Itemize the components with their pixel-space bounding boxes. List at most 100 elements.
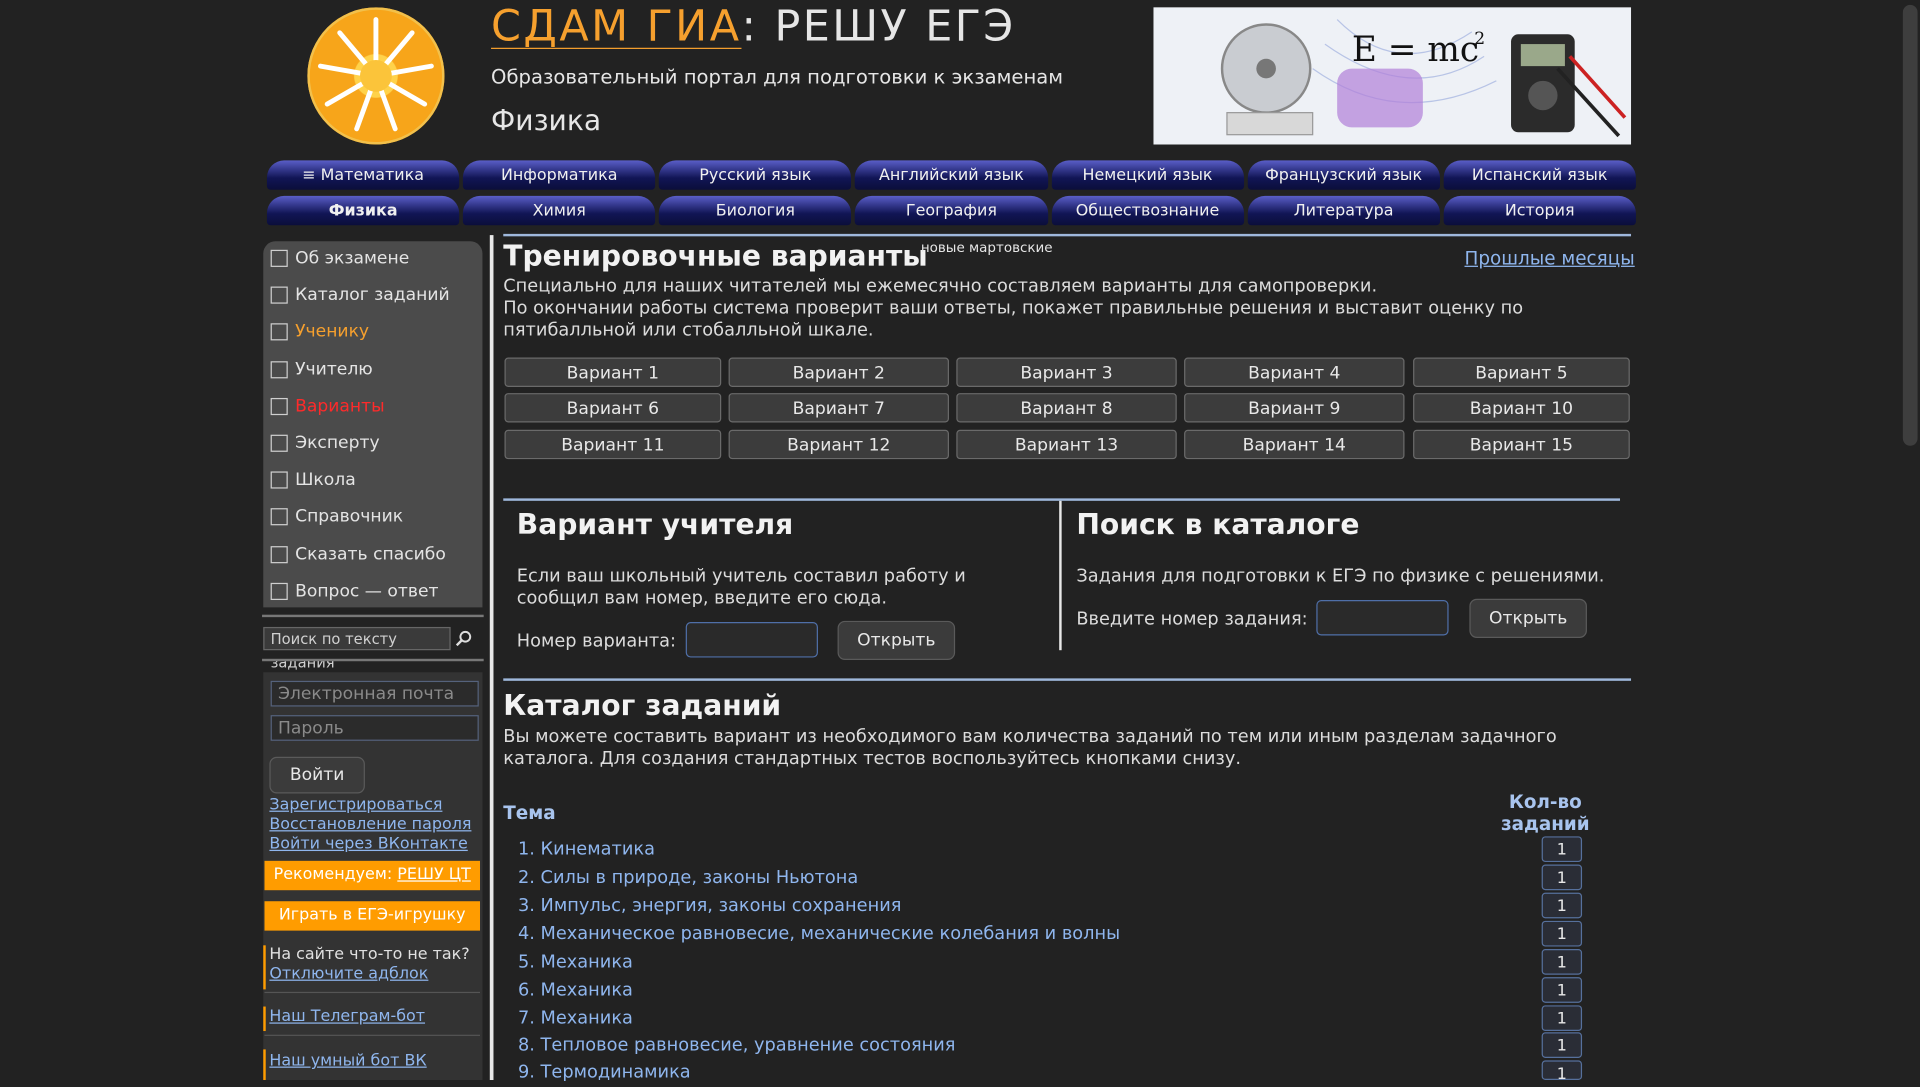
checkbox-icon[interactable] [270, 434, 288, 452]
topic-count[interactable]: 1 [1541, 920, 1583, 947]
checkbox-icon[interactable] [270, 471, 288, 489]
count-column-header-2: заданий [1500, 813, 1590, 836]
brand-link[interactable]: СДАМ ГИА [491, 2, 741, 51]
recommend-link[interactable]: РЕШУ ЦТ [397, 866, 471, 884]
variant-button-13[interactable]: Вариант 13 [956, 429, 1177, 460]
topic-count[interactable]: 1 [1541, 836, 1583, 863]
variant-number-input[interactable] [685, 622, 818, 658]
sidebar-item-variants[interactable]: Варианты [270, 397, 385, 421]
tab-russian[interactable]: Русский язык [659, 160, 852, 190]
checkbox-icon[interactable] [270, 508, 288, 526]
site-subtitle: Образовательный портал для подготовки к … [491, 64, 1064, 89]
variant-button-2[interactable]: Вариант 2 [728, 357, 949, 387]
register-link[interactable]: Зарегистрироваться [269, 796, 442, 814]
topic-link[interactable]: 8. Тепловое равновесие, уравнение состоя… [518, 1036, 956, 1056]
content-divider [489, 235, 494, 1081]
topic-count[interactable]: 1 [1541, 864, 1583, 891]
tab-math[interactable]: ≡ Математика [266, 160, 460, 190]
tab-english[interactable]: Английский язык [855, 160, 1048, 190]
scrollbar-thumb[interactable] [1902, 4, 1918, 446]
variant-button-14[interactable]: Вариант 14 [1184, 429, 1405, 460]
tab-biology[interactable]: Биология [659, 195, 852, 226]
catalog-search-title: Поиск в каталоге [1076, 509, 1360, 542]
site-logo[interactable] [307, 7, 445, 145]
teacher-text-1: Если ваш школьный учитель составил работ… [516, 566, 966, 587]
checkbox-icon[interactable] [270, 546, 288, 564]
tab-chemistry[interactable]: Химия [463, 195, 656, 226]
tab-physics[interactable]: Физика [266, 195, 460, 226]
sidebar-item-faq[interactable]: Вопрос — ответ [270, 582, 439, 606]
checkbox-icon[interactable] [270, 397, 288, 416]
training-note: новые мартовские [920, 240, 1053, 256]
open-variant-button[interactable]: Открыть [837, 620, 956, 661]
site-title[interactable]: СДАМ ГИА: РЕШУ ЕГЭ [491, 2, 1016, 51]
topic-link[interactable]: 4. Механическое равновесие, механические… [518, 924, 1120, 944]
catalog-text-2: каталога. Для создания стандартных тесто… [503, 749, 1242, 769]
topic-link[interactable]: 1. Кинематика [518, 840, 655, 860]
variant-button-12[interactable]: Вариант 12 [728, 429, 949, 460]
training-title: Тренировочные варианты [503, 241, 928, 274]
variant-button-4[interactable]: Вариант 4 [1184, 357, 1405, 387]
checkbox-icon[interactable] [270, 286, 288, 304]
email-field[interactable]: Электронная почта [270, 680, 479, 707]
restore-password-link[interactable]: Восстановление пароля [269, 816, 471, 834]
topic-count[interactable]: 1 [1541, 1032, 1583, 1058]
variant-button-5[interactable]: Вариант 5 [1413, 357, 1630, 387]
topic-count[interactable]: 1 [1541, 977, 1583, 1003]
variant-button-7[interactable]: Вариант 7 [728, 393, 949, 423]
sidebar-item-catalog[interactable]: Каталог заданий [270, 285, 450, 309]
variant-button-15[interactable]: Вариант 15 [1413, 429, 1630, 460]
past-months-link[interactable]: Прошлые месяцы [1465, 247, 1635, 269]
topic-count[interactable]: 1 [1541, 1005, 1583, 1032]
checkbox-icon[interactable] [270, 582, 288, 601]
variant-button-1[interactable]: Вариант 1 [504, 357, 722, 387]
sidebar-item-teacher[interactable]: Учителю [270, 360, 373, 384]
game-button[interactable]: Играть в ЕГЭ-игрушку [264, 901, 481, 931]
login-button[interactable]: Войти [269, 756, 365, 794]
adblock-link[interactable]: Отключите адблок [269, 965, 428, 983]
topic-count[interactable]: 1 [1541, 1060, 1583, 1084]
sidebar-item-thanks[interactable]: Сказать спасибо [270, 545, 446, 569]
sidebar-item-reference[interactable]: Справочник [270, 507, 403, 531]
variant-button-11[interactable]: Вариант 11 [504, 429, 722, 460]
password-field[interactable]: Пароль [270, 715, 479, 741]
checkbox-icon[interactable] [270, 249, 288, 267]
checkbox-icon[interactable] [270, 323, 288, 341]
checkbox-icon[interactable] [270, 361, 288, 379]
topic-count[interactable]: 1 [1541, 892, 1583, 919]
telegram-bot-link[interactable]: Наш Телеграм-бот [269, 1008, 425, 1026]
tab-social[interactable]: Обществознание [1051, 195, 1244, 226]
topic-link[interactable]: 6. Механика [518, 981, 633, 1001]
tab-literature[interactable]: Литература [1247, 195, 1440, 226]
variant-button-3[interactable]: Вариант 3 [956, 357, 1177, 387]
sidebar-search-input[interactable]: Поиск по тексту задания [263, 626, 451, 671]
tab-informatics[interactable]: Информатика [463, 160, 656, 190]
search-icon[interactable] [455, 629, 473, 647]
task-number-label: Введите номер задания: [1076, 609, 1308, 630]
tab-german[interactable]: Немецкий язык [1051, 160, 1244, 190]
recommend-banner[interactable]: Рекомендуем: РЕШУ ЦТ [264, 860, 481, 891]
variant-button-6[interactable]: Вариант 6 [504, 393, 722, 423]
vk-bot-link[interactable]: Наш умный бот ВК [269, 1052, 426, 1070]
task-number-input[interactable] [1316, 600, 1449, 636]
topic-link[interactable]: 2. Силы в природе, законы Ньютона [518, 868, 858, 888]
variant-button-10[interactable]: Вариант 10 [1413, 393, 1630, 423]
variant-button-9[interactable]: Вариант 9 [1184, 393, 1405, 423]
tab-history[interactable]: История [1443, 195, 1636, 226]
vk-login-link[interactable]: Войти через ВКонтакте [269, 835, 467, 853]
open-task-button[interactable]: Открыть [1469, 598, 1587, 638]
tab-geography[interactable]: География [855, 195, 1048, 226]
tab-french[interactable]: Французский язык [1247, 160, 1440, 190]
tab-spanish[interactable]: Испанский язык [1443, 160, 1636, 190]
sidebar-item-student[interactable]: Ученику [270, 322, 369, 346]
topic-link[interactable]: 5. Механика [518, 953, 633, 973]
header-banner[interactable]: E = mc 2 [1153, 7, 1632, 145]
topic-count[interactable]: 1 [1541, 948, 1583, 975]
variant-button-8[interactable]: Вариант 8 [956, 393, 1177, 423]
sidebar-item-school[interactable]: Школа [270, 470, 356, 494]
sidebar-item-expert[interactable]: Эксперту [270, 433, 380, 457]
page: СДАМ ГИА: РЕШУ ЕГЭ Образовательный порта… [0, 0, 1920, 1084]
topic-link[interactable]: 3. Импульс, энергия, законы сохранения [518, 896, 901, 916]
sidebar-item-about[interactable]: Об экзамене [270, 249, 409, 273]
topic-link[interactable]: 7. Механика [518, 1009, 633, 1029]
